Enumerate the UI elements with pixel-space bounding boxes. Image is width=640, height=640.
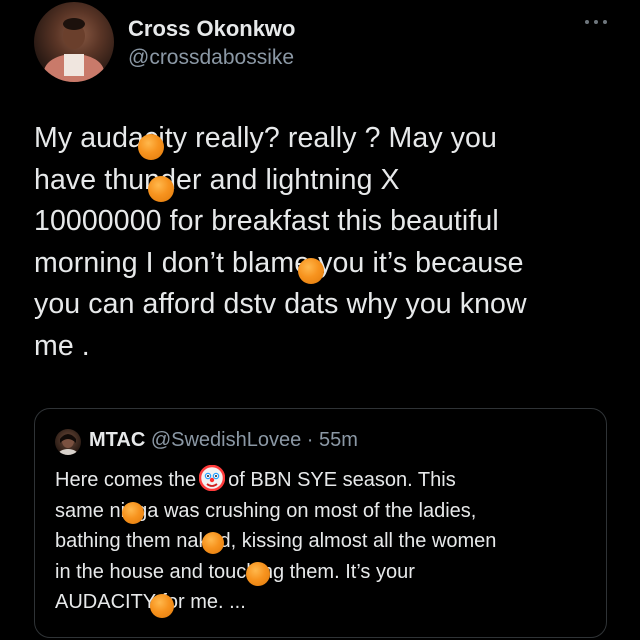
tweet-line: you can afford dstv dats why you know — [34, 288, 527, 320]
author-avatar-image — [44, 18, 104, 82]
separator: · — [306, 429, 314, 451]
quoted-name[interactable]: MTAC — [89, 429, 145, 451]
tweet-line: 10000000 for breakfast this beautiful — [34, 205, 499, 237]
quoted-tweet[interactable]: MTAC @SwedishLovee · 55m Here comes the … — [34, 408, 607, 638]
quoted-text: Here comes the of BBN SYE season. This s… — [55, 464, 600, 618]
censor-dot — [202, 532, 224, 554]
dot — [594, 20, 598, 24]
censor-dot — [148, 176, 174, 202]
quoted-line-start: Here comes the — [55, 469, 197, 491]
censor-dot — [122, 502, 144, 524]
quoted-avatar[interactable] — [55, 429, 81, 455]
censor-dot — [298, 258, 324, 284]
tweet-line: morning I don’t blame you it’s because — [34, 246, 524, 279]
tweet-line: My audacity really? really ? May you — [34, 122, 497, 154]
tweet: Cross Okonkwo @crossdabossike My audacit… — [0, 0, 640, 640]
tweet-line: me . — [34, 329, 90, 362]
quoted-line: in the house and touching them. It’s you… — [55, 560, 415, 583]
clown-face-emoji-icon — [198, 464, 226, 492]
quoted-line: bathing them naked, kissing almost all t… — [55, 530, 497, 552]
quoted-line-end: of BBN SYE season. This — [228, 469, 456, 491]
more-horizontal-icon[interactable] — [585, 16, 607, 28]
quoted-line: Here comes the of BBN SYE season. This — [55, 464, 600, 496]
dot — [603, 20, 607, 24]
author-avatar[interactable] — [34, 2, 114, 82]
author-name[interactable]: Cross Okonkwo — [128, 16, 295, 42]
quoted-avatar-image — [58, 434, 78, 455]
quoted-time[interactable]: 55m — [319, 429, 358, 451]
censor-dot — [150, 594, 174, 618]
censor-dot — [138, 134, 164, 160]
tweet-line: have thunder and lightning X — [34, 163, 400, 196]
quoted-handle[interactable]: @SwedishLovee — [151, 429, 301, 451]
tweet-text: My audacity really? really ? May you hav… — [34, 118, 624, 367]
censor-dot — [246, 562, 270, 586]
quoted-header: MTAC @SwedishLovee · 55m — [89, 429, 358, 452]
author-handle[interactable]: @crossdabossike — [128, 46, 294, 70]
quoted-line: AUDACITY for me. ... — [55, 591, 246, 613]
dot — [585, 20, 589, 24]
